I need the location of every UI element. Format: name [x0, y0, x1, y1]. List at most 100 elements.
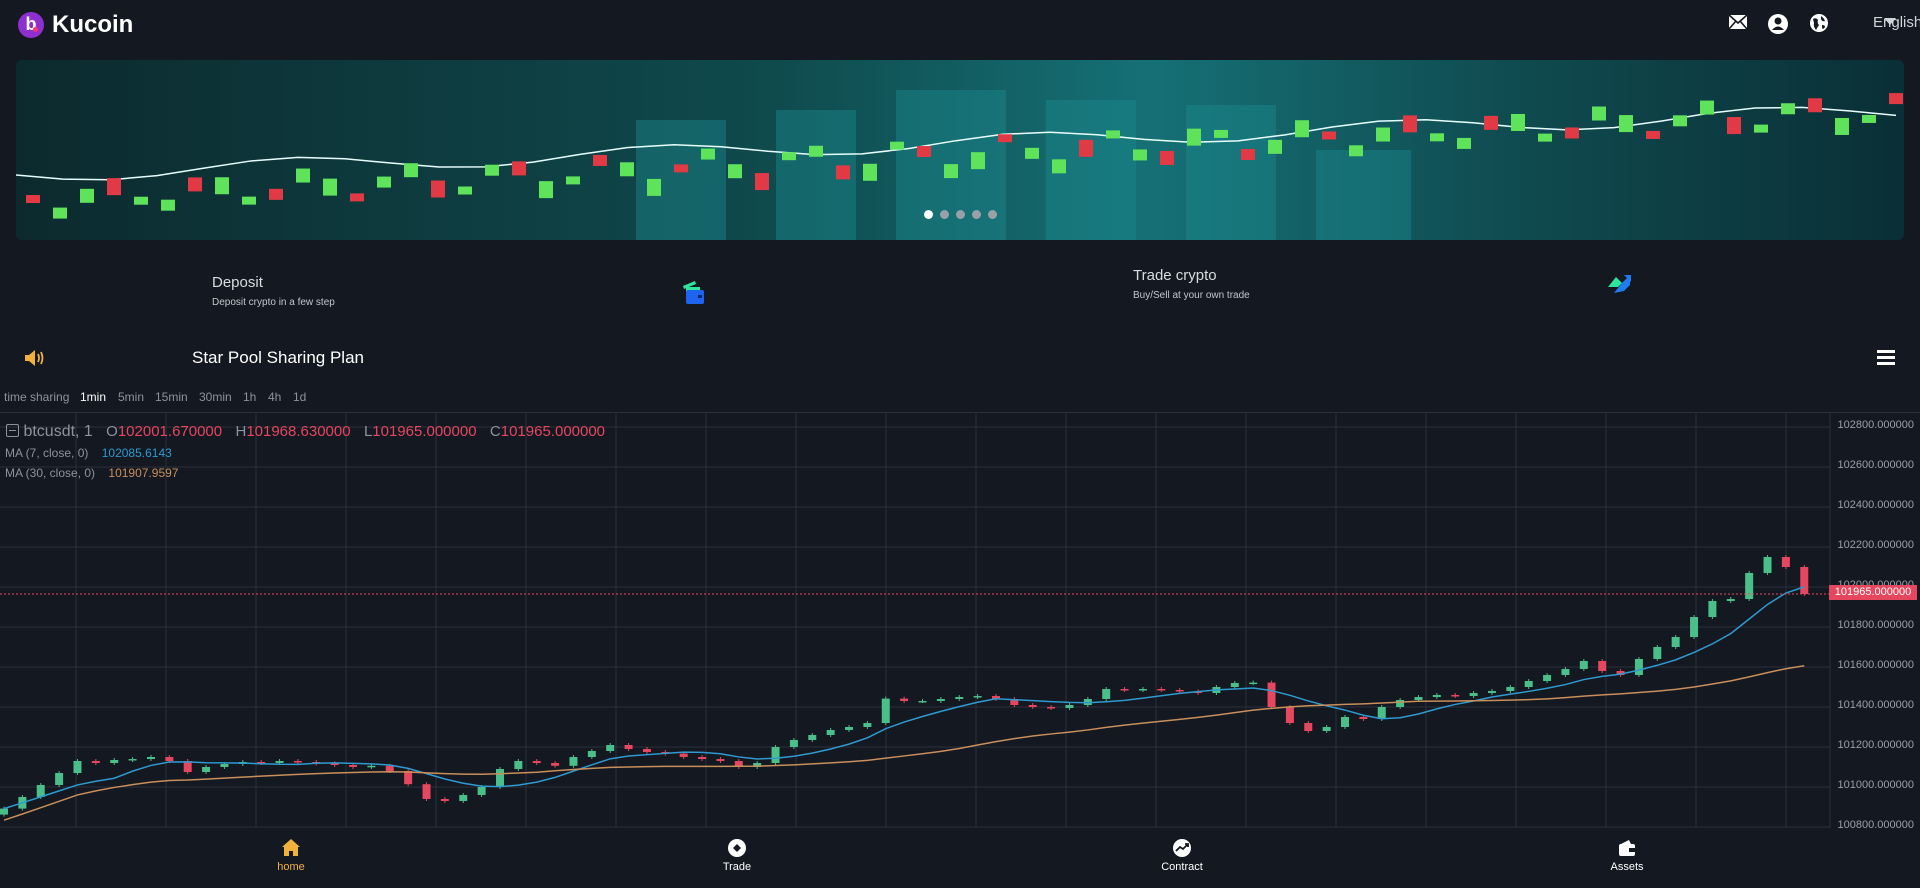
carousel-dot-4[interactable]	[972, 210, 981, 219]
carousel-dot-1[interactable]	[924, 210, 933, 219]
banner-candle	[1646, 130, 1660, 139]
banner-candle	[620, 162, 634, 177]
candle	[1726, 599, 1735, 601]
ma7-label: MA (7, close, 0)	[5, 446, 89, 460]
banner-candle	[539, 181, 553, 199]
tab-5min[interactable]: 5min	[118, 390, 144, 404]
banner-candle	[890, 141, 904, 150]
chart-canvas[interactable]	[0, 413, 1920, 829]
banner-candle	[782, 152, 796, 161]
chart-legend-ohlc: btcusdt, 1 O102001.670000 H101968.630000…	[6, 423, 605, 441]
candle	[385, 765, 394, 771]
banner-candle	[458, 186, 472, 195]
trade-arrows-icon	[1606, 273, 1632, 302]
banner-candle	[809, 145, 823, 157]
mail-icon[interactable]	[1727, 13, 1749, 35]
nav-trade-label: Trade	[722, 861, 752, 873]
open-value: 102001.670000	[117, 423, 223, 440]
carousel-dot-3[interactable]	[956, 210, 965, 219]
banner-candle	[998, 134, 1012, 143]
candle	[789, 740, 798, 747]
banner-candle	[1862, 114, 1876, 123]
candle	[1359, 717, 1368, 719]
trade-crypto-card[interactable]: Trade crypto Buy/Sell at your own trade	[1133, 267, 1673, 307]
candle	[1671, 637, 1680, 647]
banner-candle	[1295, 120, 1309, 138]
trade-crypto-title: Trade crypto	[1133, 267, 1217, 284]
banner-candle	[1700, 100, 1714, 115]
candle	[55, 773, 64, 785]
hamburger-menu-icon[interactable]	[1877, 349, 1895, 370]
candle	[1230, 683, 1239, 687]
banner-candle	[80, 188, 94, 203]
ma7-value: 102085.6143	[101, 446, 172, 460]
logo[interactable]: b	[18, 12, 44, 38]
candle	[1102, 689, 1111, 699]
nav-contract[interactable]: Contract	[1122, 828, 1242, 888]
candle	[900, 698, 909, 701]
chevron-down-icon[interactable]	[1884, 18, 1896, 25]
language-selector[interactable]: English	[1873, 14, 1920, 31]
banner-candle	[1322, 131, 1336, 140]
candle	[367, 765, 376, 768]
candle	[146, 757, 155, 759]
candle	[1781, 557, 1790, 567]
candle	[1469, 693, 1478, 696]
candle	[202, 767, 211, 772]
candle	[1451, 695, 1460, 697]
candle	[1175, 690, 1184, 692]
collapse-icon[interactable]	[6, 424, 19, 437]
candle	[1579, 661, 1588, 669]
tab-time-sharing[interactable]: time sharing	[4, 390, 69, 404]
banner-candle	[1808, 98, 1822, 113]
globe-icon[interactable]	[1808, 13, 1830, 35]
candle	[1047, 707, 1056, 709]
banner-candle	[53, 207, 67, 219]
deposit-card[interactable]: Deposit Deposit crypto in a few step	[212, 274, 752, 314]
banner-candle	[1619, 115, 1633, 133]
wallet-card-icon	[682, 280, 712, 311]
candle	[1138, 689, 1147, 691]
tab-1min[interactable]: 1min	[80, 390, 106, 404]
tab-4h[interactable]: 4h	[268, 390, 281, 404]
banner-candle	[296, 168, 310, 183]
nav-home[interactable]: home	[231, 828, 351, 888]
bottom-nav: home Trade Contract Assets	[0, 828, 1920, 888]
banner-candle	[1754, 124, 1768, 133]
trade-icon	[727, 838, 747, 858]
candle	[220, 764, 229, 767]
low-value: 101965.000000	[372, 423, 477, 440]
banner-building	[1186, 105, 1276, 240]
banner-candle	[242, 196, 256, 205]
notice-title[interactable]: Star Pool Sharing Plan	[192, 348, 364, 368]
carousel-dot-5[interactable]	[988, 210, 997, 219]
candlestick-chart[interactable]	[0, 412, 1920, 829]
candle	[1120, 689, 1129, 691]
candle	[1634, 659, 1643, 675]
tab-1h[interactable]: 1h	[243, 390, 256, 404]
banner-candle	[1187, 128, 1201, 146]
banner-building	[1316, 150, 1411, 240]
tab-30min[interactable]: 30min	[199, 390, 232, 404]
y-tick-label: 101200.000000	[1837, 739, 1914, 751]
candle	[422, 784, 431, 799]
banner-candle	[404, 163, 418, 178]
banner-candle	[1349, 145, 1363, 157]
y-tick-label: 101600.000000	[1837, 659, 1914, 671]
candle	[349, 765, 358, 767]
nav-assets[interactable]: Assets	[1567, 828, 1687, 888]
candle	[1267, 682, 1276, 707]
tab-1d[interactable]: 1d	[293, 390, 306, 404]
banner-candle	[1484, 115, 1498, 130]
banner-candle	[1457, 137, 1471, 149]
candle	[275, 761, 284, 763]
brand-name[interactable]: Kucoin	[52, 11, 133, 39]
ma30-value: 101907.9597	[108, 466, 179, 480]
ma7-legend: MA (7, close, 0) 102085.6143	[5, 446, 172, 460]
candle	[955, 697, 964, 699]
carousel-dot-2[interactable]	[940, 210, 949, 219]
user-icon[interactable]	[1767, 13, 1789, 35]
nav-trade[interactable]: Trade	[677, 828, 797, 888]
tab-15min[interactable]: 15min	[155, 390, 188, 404]
y-tick-label: 102200.000000	[1837, 539, 1914, 551]
